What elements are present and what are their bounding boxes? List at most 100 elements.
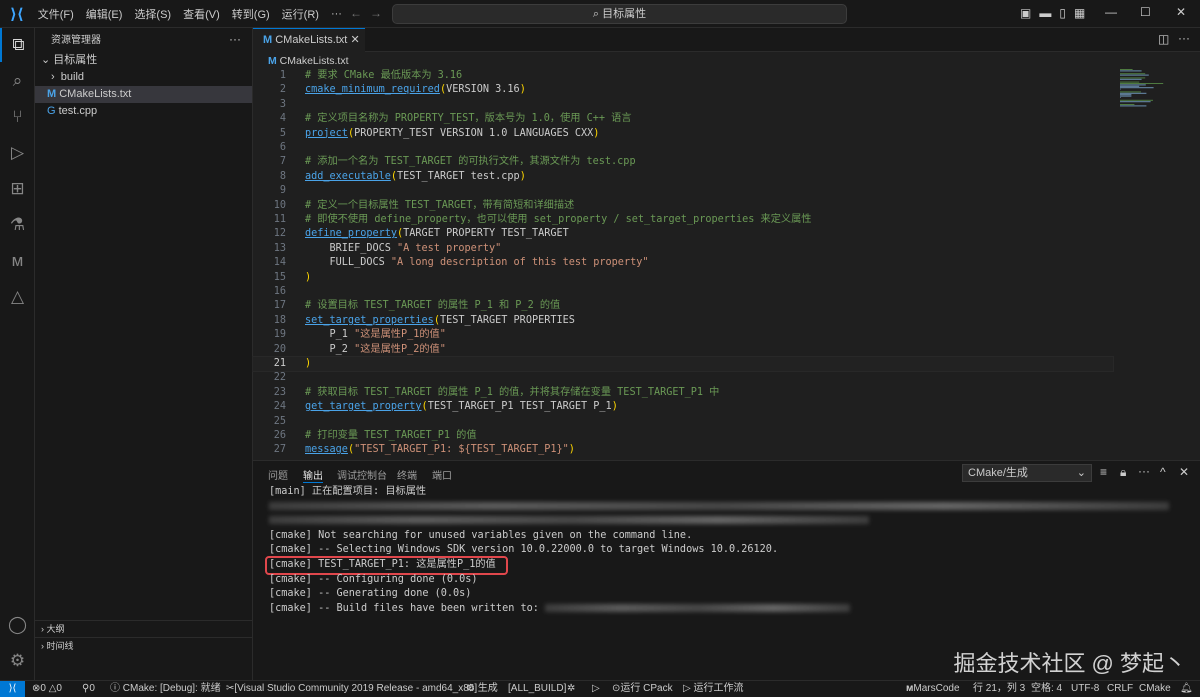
code-line[interactable]: 14 FULL_DOCS "A long description of this… xyxy=(253,256,1113,270)
code-line[interactable]: 26 # 打印变量 TEST_TARGET_P1 的值 xyxy=(253,429,1113,443)
timeline-section[interactable]: › 时间线 xyxy=(35,637,252,654)
source-control-icon[interactable]: ⑂ xyxy=(0,100,35,134)
code-token: TARGET PROPERTY TEST_TARGET xyxy=(403,228,569,240)
cmake-icon[interactable]: △ xyxy=(0,280,35,314)
line-number: 18 xyxy=(273,314,286,326)
cmake-status[interactable]: ⓘ CMake: [Debug]: 就绪 xyxy=(110,681,221,697)
code-line[interactable]: 27 message("TEST_TARGET_P1: ${TEST_TARGET… xyxy=(253,443,1113,457)
tree-item-cmakelists[interactable]: M CMakeLists.txt xyxy=(35,86,252,103)
code-line[interactable]: 10 # 定义一个目标属性 TEST_TARGET，带有简短和详细描述 xyxy=(253,199,1113,213)
code-line[interactable]: 6 xyxy=(253,141,1113,155)
marscode-icon[interactable]: ᴍ xyxy=(0,244,35,278)
run-cpack[interactable]: ⊙运行 CPack xyxy=(612,681,673,697)
tab-terminal[interactable]: 终端 xyxy=(397,467,417,482)
more-actions-icon[interactable]: ··· xyxy=(229,32,241,46)
code-line[interactable]: 8 add_executable(TEST_TARGET test.cpp) xyxy=(253,170,1113,184)
code-line[interactable]: 24 get_target_property(TEST_TARGET_P1 TES… xyxy=(253,400,1113,414)
output-log[interactable]: [main] 正在配置项目: 目标属性 [cmake] Not searching… xyxy=(265,485,1189,616)
forward-arrow-icon[interactable]: → xyxy=(370,6,382,20)
language-mode[interactable]: CMake xyxy=(1139,681,1171,697)
run-debug-icon[interactable]: ▷ xyxy=(0,136,35,170)
tab-output[interactable]: 输出 xyxy=(303,467,323,483)
explorer-icon[interactable]: ⧉ xyxy=(0,28,35,62)
run-workflow[interactable]: ▷ 运行工作流 xyxy=(683,681,743,697)
ports-status[interactable]: ⚲0 xyxy=(82,681,95,697)
menu-run[interactable]: 运行(R) xyxy=(276,6,325,22)
command-center-search[interactable]: ⌕ 目标属性 xyxy=(392,4,847,24)
tree-item-build[interactable]: › build xyxy=(35,69,252,86)
account-icon[interactable]: ◯ xyxy=(0,608,35,642)
code-line[interactable]: 5 project(PROPERTY_TEST VERSION 1.0 LANGU… xyxy=(253,127,1113,141)
tab-problems[interactable]: 问题 xyxy=(268,467,288,482)
minimap[interactable] xyxy=(1120,69,1180,109)
code-line[interactable]: 18 set_target_properties(TEST_TARGET PROP… xyxy=(253,314,1113,328)
code-line[interactable]: 25 xyxy=(253,415,1113,429)
close-icon[interactable]: ✕ xyxy=(350,34,359,46)
code-line[interactable]: 12 define_property(TARGET PROPERTY TEST_T… xyxy=(253,227,1113,241)
code-line[interactable]: 4 # 定义项目名称为 PROPERTY_TEST，版本号为 1.0，使用 C++… xyxy=(253,112,1113,126)
close-button[interactable]: ✕ xyxy=(1176,5,1186,19)
code-editor[interactable]: 1 # 要求 CMake 最低版本为 3.16 2 cmake_minimum_req… xyxy=(252,69,1114,459)
menu-file[interactable]: 文件(F) xyxy=(32,6,80,22)
code-line[interactable]: 3 xyxy=(253,98,1113,112)
indentation[interactable]: 空格: 4 xyxy=(1031,681,1062,697)
menu-go[interactable]: 转到(G) xyxy=(226,6,276,22)
code-line[interactable]: 16 xyxy=(253,285,1113,299)
menu-view[interactable]: 查看(V) xyxy=(177,6,226,22)
testing-icon[interactable]: ⚗ xyxy=(0,208,35,242)
line-number: 15 xyxy=(273,271,286,283)
timeline-label: 时间线 xyxy=(46,641,74,651)
remote-icon[interactable]: ⟩⟨ xyxy=(0,681,25,697)
tab-cmakelists[interactable]: M CMakeLists.txt ✕ xyxy=(253,28,365,52)
gear-icon[interactable]: ⚙ xyxy=(0,644,35,678)
outline-section[interactable]: › 大纲 xyxy=(35,620,252,637)
tab-ports[interactable]: 端口 xyxy=(432,467,452,482)
workspace-folder[interactable]: ⌄ 目标属性 xyxy=(35,52,252,69)
code-line[interactable]: 20 P_2 "这是属性P_2的值" xyxy=(253,343,1113,357)
build-target[interactable]: [ALL_BUILD] xyxy=(508,681,566,697)
debug-icon[interactable]: ✲ xyxy=(567,681,575,697)
encoding[interactable]: UTF-8 xyxy=(1071,681,1099,697)
cmake-kit[interactable]: ✂[Visual Studio Community 2019 Release -… xyxy=(226,681,477,697)
code-line[interactable]: 23 # 获取目标 TEST_TARGET 的属性 P_1 的值，并将其存储在变量… xyxy=(253,386,1113,400)
menu-edit[interactable]: 编辑(E) xyxy=(80,6,129,22)
breadcrumb[interactable]: M CMakeLists.txt xyxy=(268,54,349,68)
code-line[interactable]: 11 # 即使不使用 define_property，也可以使用 set_prop… xyxy=(253,213,1113,227)
menu-more[interactable]: ··· xyxy=(325,8,348,20)
code-line[interactable]: 19 P_1 "这是属性P_1的值" xyxy=(253,328,1113,342)
code-line[interactable]: 22 xyxy=(253,371,1113,385)
code-token: ) xyxy=(593,127,600,139)
line-ending[interactable]: CRLF xyxy=(1107,681,1133,697)
more-actions-icon[interactable]: ··· xyxy=(1178,31,1190,45)
tree-item-test-cpp[interactable]: G test.cpp xyxy=(35,103,252,120)
cursor-position[interactable]: 行 21，列 3 xyxy=(973,681,1025,697)
extensions-icon[interactable]: ⊞ xyxy=(0,172,35,206)
output-channel-select[interactable]: CMake/生成 ⌄ xyxy=(962,464,1092,482)
run-icon[interactable]: ▷ xyxy=(592,681,600,697)
code-line[interactable]: 1 # 要求 CMake 最低版本为 3.16 xyxy=(253,69,1113,83)
back-arrow-icon[interactable]: ← xyxy=(350,6,362,20)
notifications-icon[interactable]: 🔔︎ xyxy=(1180,681,1193,697)
maximize-panel-icon[interactable]: ^ xyxy=(1160,465,1166,479)
menu-selection[interactable]: 选择(S) xyxy=(128,6,177,22)
problems-status[interactable]: ⊗0 △0 xyxy=(32,681,62,697)
build-button[interactable]: ⚙ 生成 xyxy=(466,681,498,697)
code-line[interactable]: 17 # 设置目标 TEST_TARGET 的属性 P_1 和 P_2 的值 xyxy=(253,299,1113,313)
more-actions-icon[interactable]: ··· xyxy=(1138,464,1150,478)
lock-icon[interactable]: 🔒︎ xyxy=(1120,465,1126,480)
code-line[interactable]: 15) xyxy=(253,271,1113,285)
code-line[interactable]: 9 xyxy=(253,184,1113,198)
maximize-button[interactable]: ☐ xyxy=(1140,5,1151,19)
search-icon[interactable]: ⌕ xyxy=(0,64,35,98)
code-line[interactable]: 2 cmake_minimum_required(VERSION 3.16) xyxy=(253,83,1113,97)
code-line[interactable]: 21) xyxy=(252,355,1114,373)
split-editor-icon[interactable]: ◫ xyxy=(1158,32,1169,46)
clear-output-icon[interactable]: ≡ xyxy=(1100,465,1107,479)
code-line[interactable]: 7 # 添加一个名为 TEST_TARGET 的可执行文件，其源文件为 test.… xyxy=(253,155,1113,169)
marscode-status[interactable]: ᴍMarsCode xyxy=(906,681,960,697)
close-panel-icon[interactable]: ✕ xyxy=(1179,465,1189,479)
code-line[interactable]: 13 BRIEF_DOCS "A test property" xyxy=(253,242,1113,256)
layout-icons[interactable]: ▣▬▯▦ xyxy=(1020,6,1093,20)
minimize-button[interactable]: — xyxy=(1105,5,1117,19)
tab-debug-console[interactable]: 调试控制台 xyxy=(337,467,387,482)
